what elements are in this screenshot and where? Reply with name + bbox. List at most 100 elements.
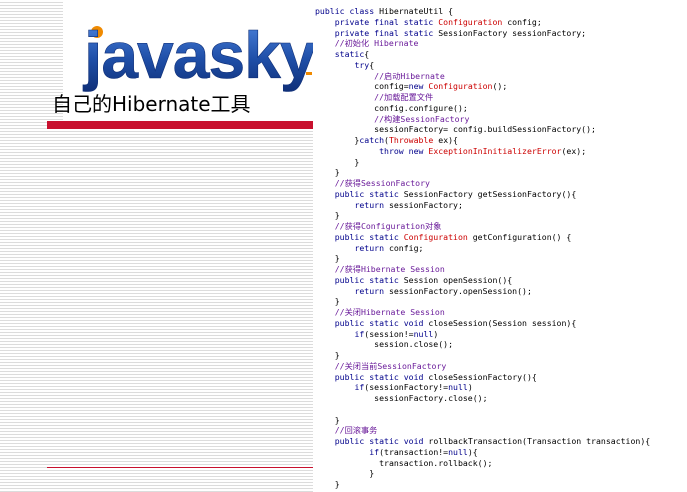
code-token: (transaction!= (379, 446, 449, 457)
code-line: transaction.rollback(); (315, 458, 687, 469)
code-line: //初始化 Hibernate (315, 38, 687, 49)
code-line: //启动Hibernate (315, 71, 687, 82)
code-line: } (315, 167, 687, 178)
code-token: Session openSession(){ (403, 274, 513, 285)
code-token: session.close(); (315, 339, 454, 350)
code-token: config= (315, 81, 409, 92)
code-line: public static void closeSession(Session … (315, 318, 687, 329)
code-token: private final static (334, 16, 439, 27)
code-line: config.configure(); (315, 103, 687, 114)
code-line: //获得Configuration对象 (315, 221, 687, 232)
code-token: public static void (334, 436, 429, 446)
code-token: } (315, 296, 340, 307)
code-line: public static void rollbackTransaction(T… (315, 436, 687, 447)
logo-text: javasky (82, 18, 317, 92)
code-token: ex){ (433, 135, 458, 145)
code-line: private final static SessionFactory sess… (315, 28, 687, 39)
code-line: //加载配置文件 (315, 92, 687, 103)
code-token: Configuration (428, 81, 493, 92)
code-token: } (315, 135, 360, 145)
code-token: private final static (334, 27, 439, 38)
code-token: static (334, 49, 365, 59)
code-line: } (315, 468, 687, 479)
code-token: } (315, 156, 360, 167)
footer-line (47, 467, 313, 468)
code-line: if(transaction!=null){ (315, 447, 687, 458)
code-token: (); (492, 81, 508, 92)
code-token: Configuration (403, 231, 468, 242)
code-line: }catch(Throwable ex){ (315, 135, 687, 146)
code-token: //启动Hibernate (374, 70, 445, 81)
code-token: sessionFactory.openSession(); (388, 285, 532, 296)
code-token: //回滚事务 (334, 425, 378, 436)
code-token: config.configure(); (315, 102, 468, 113)
code-line: //关闭当前SessionFactory (315, 361, 687, 372)
code-token: config; (502, 16, 542, 27)
code-line: public static SessionFactory getSessionF… (315, 189, 687, 200)
code-token: catch (359, 135, 385, 145)
code-line: //构建SessionFactory (315, 114, 687, 125)
code-line: public static void closeSessionFactory()… (315, 372, 687, 383)
code-token: if (354, 328, 365, 339)
code-token: transaction.rollback(); (315, 457, 493, 468)
code-line: session.close(); (315, 339, 687, 350)
code-token: SessionFactory getSessionFactory(){ (403, 188, 577, 199)
code-line: if(sessionFactory!=null) (315, 382, 687, 393)
code-token: //关闭Hibernate Session (334, 307, 445, 317)
code-line: public static Session openSession(){ (315, 275, 687, 286)
code-token: try (354, 59, 370, 70)
code-line: try{ (315, 60, 687, 71)
code-token: public static (334, 274, 404, 285)
code-token: (ex); (561, 145, 587, 156)
code-token: sessionFactory; (388, 199, 463, 210)
code-line: return config; (315, 243, 687, 254)
title-divider (47, 121, 313, 129)
code-token: } (315, 167, 340, 178)
code-line: static{ (315, 49, 687, 60)
code-token: public static (334, 188, 404, 199)
code-token: public static (334, 231, 404, 242)
code-block: public class HibernateUtil { private fin… (313, 0, 687, 490)
code-line: return sessionFactory; (315, 200, 687, 211)
code-line: sessionFactory= config.buildSessionFacto… (315, 124, 687, 135)
code-token: ) (433, 328, 439, 339)
code-line: //回滚事务 (315, 425, 687, 436)
code-token: config; (388, 242, 424, 253)
code-token: if (369, 446, 380, 457)
code-line: } (315, 479, 687, 490)
code-line: //获得Hibernate Session (315, 264, 687, 275)
code-token: //获得SessionFactory (334, 178, 430, 188)
code-line: //获得SessionFactory (315, 178, 687, 189)
code-token: SessionFactory sessionFactory; (438, 27, 587, 38)
code-token: closeSessionFactory(){ (428, 371, 537, 382)
code-line: return sessionFactory.openSession(); (315, 286, 687, 297)
code-token: } (315, 350, 340, 360)
code-token: } (315, 479, 340, 489)
code-token: closeSession(Session session){ (428, 317, 577, 328)
code-panel: public class HibernateUtil { private fin… (313, 0, 687, 492)
code-token: throw new (379, 145, 429, 156)
code-token: //获得Configuration对象 (334, 221, 442, 231)
code-token: Throwable (388, 135, 434, 145)
